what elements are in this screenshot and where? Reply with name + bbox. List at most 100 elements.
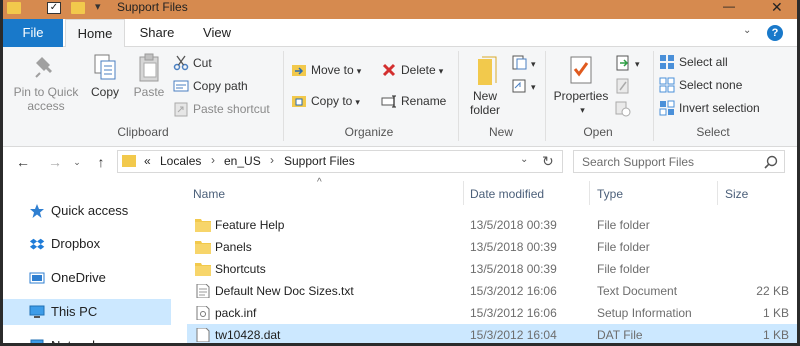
window-title: Support Files	[117, 0, 188, 14]
column-divider[interactable]	[463, 181, 464, 205]
group-divider	[545, 51, 546, 141]
properties-label: Properties	[553, 89, 609, 103]
file-size: 22 KB	[756, 284, 789, 298]
history-button[interactable]	[615, 99, 635, 119]
new-folder-button[interactable]: New folder	[463, 55, 507, 117]
select-none-icon	[659, 77, 675, 93]
address-bar[interactable]: « Locales › en_US › Support Files ⌄ ↻	[117, 150, 563, 173]
close-button[interactable]: ✕	[771, 0, 785, 14]
invert-selection-icon	[659, 100, 675, 116]
delete-text: Delete	[401, 63, 436, 77]
edit-button[interactable]	[615, 76, 635, 96]
move-to-label: Move to ▾	[311, 60, 361, 81]
refresh-icon[interactable]: ↻	[542, 153, 554, 170]
computer-icon	[29, 305, 45, 318]
file-row[interactable]: Panels 13/5/2018 00:39 File folder	[187, 236, 797, 258]
file-name: Shortcuts	[215, 262, 266, 276]
column-divider[interactable]	[717, 181, 718, 205]
new-item-button[interactable]: ▾	[511, 53, 541, 73]
nav-item-dropbox[interactable]: Dropbox	[3, 231, 171, 257]
column-header-type[interactable]: Type	[597, 181, 623, 207]
paste-shortcut-icon	[174, 102, 188, 117]
breadcrumb-overflow[interactable]: «	[144, 154, 151, 168]
file-name: tw10428.dat	[215, 328, 281, 342]
recent-locations-chevron-icon[interactable]: ⌄	[69, 154, 85, 170]
star-icon	[30, 204, 44, 218]
properties-button[interactable]: Properties ▾	[551, 55, 611, 117]
ribbon: Pin to Quick access Copy Paste Cut Copy …	[3, 47, 797, 147]
minimize-button[interactable]: —	[723, 0, 737, 13]
nav-label: Quick access	[51, 203, 129, 218]
new-folder-quick-icon[interactable]	[71, 2, 85, 14]
new-folder-label-line2: folder	[469, 103, 501, 117]
breadcrumb-support-files[interactable]: Support Files	[284, 154, 355, 168]
help-icon[interactable]: ?	[767, 25, 783, 41]
breadcrumb-separator[interactable]: ›	[270, 153, 274, 167]
up-arrow-icon[interactable]: ↑	[93, 154, 109, 170]
copy-path-label: Copy path	[193, 79, 248, 93]
forward-arrow-icon[interactable]: →	[47, 154, 63, 170]
column-header-size[interactable]: Size	[725, 181, 748, 207]
file-row[interactable]: Shortcuts 13/5/2018 00:39 File folder	[187, 258, 797, 280]
copy-to-label: Copy to ▾	[311, 91, 360, 112]
tab-home[interactable]: Home	[65, 19, 125, 48]
group-divider	[283, 51, 284, 141]
tab-file[interactable]: File	[3, 19, 63, 47]
copy-button[interactable]: Copy	[85, 53, 125, 99]
file-name: Default New Doc Sizes.txt	[215, 284, 354, 298]
tab-share[interactable]: Share	[129, 19, 185, 47]
open-button[interactable]: ▾	[615, 53, 645, 73]
file-row[interactable]: pack.inf 15/3/2012 16:06 Setup Information…	[187, 302, 797, 324]
open-icon	[616, 55, 629, 71]
select-all-label: Select all	[679, 55, 728, 69]
nav-item-quick-access[interactable]: Quick access	[3, 198, 171, 224]
network-icon	[30, 339, 44, 343]
breadcrumb-en-us[interactable]: en_US	[224, 154, 261, 168]
rename-label: Rename	[401, 94, 447, 108]
file-type: File folder	[597, 262, 650, 276]
column-header-date-modified[interactable]: Date modified	[470, 181, 544, 207]
address-dropdown-icon[interactable]: ⌄	[520, 154, 528, 165]
file-name: Feature Help	[215, 218, 285, 232]
select-all-icon	[660, 55, 674, 69]
content-area: ^ Quick access Dropbox OneDrive This PC …	[3, 177, 797, 343]
properties-checkbox-icon[interactable]: ✓	[47, 2, 61, 14]
pin-to-quick-access-button[interactable]: Pin to Quick access	[7, 53, 85, 113]
new-group-label: New	[488, 125, 513, 139]
file-name: Panels	[215, 240, 252, 254]
folder-icon	[122, 155, 136, 167]
dropbox-icon	[29, 238, 45, 250]
tab-view[interactable]: View	[189, 19, 245, 47]
search-box[interactable]: Search Support Files	[573, 150, 785, 173]
file-row[interactable]: Feature Help 13/5/2018 00:39 File folder	[187, 214, 797, 236]
move-to-text: Move to	[311, 63, 354, 77]
quick-access-toolbar-dropdown[interactable]: ▾	[95, 0, 101, 13]
column-divider[interactable]	[589, 181, 590, 205]
clipboard-group-label: Clipboard	[117, 125, 169, 139]
search-placeholder: Search Support Files	[582, 155, 695, 169]
nav-item-this-pc[interactable]: This PC	[3, 299, 171, 325]
paste-label: Paste	[133, 85, 165, 99]
file-row[interactable]: tw10428.dat 15/3/2012 16:04 DAT File 1 KB	[187, 324, 797, 343]
copy-icon	[94, 54, 116, 80]
invert-selection-label: Invert selection	[679, 101, 760, 115]
pin-label-line1: Pin to Quick	[13, 85, 79, 99]
breadcrumb-separator[interactable]: ›	[211, 153, 215, 167]
file-type: Text Document	[597, 284, 678, 298]
easy-access-button[interactable]: ▾	[511, 76, 541, 96]
copy-label: Copy	[90, 85, 119, 99]
move-to-caret-icon: ▾	[356, 66, 362, 76]
file-row[interactable]: Default New Doc Sizes.txt 15/3/2012 16:06…	[187, 280, 797, 302]
nav-item-onedrive[interactable]: OneDrive	[3, 265, 171, 291]
nav-item-network[interactable]: Network	[3, 333, 171, 343]
pin-icon	[35, 57, 52, 78]
breadcrumb-locales[interactable]: Locales	[160, 154, 201, 168]
paste-button[interactable]: Paste	[127, 53, 171, 99]
folder-icon	[195, 241, 211, 254]
open-group-label: Open	[583, 125, 613, 139]
collapse-ribbon-icon[interactable]: ⌄	[743, 25, 751, 36]
column-header-name[interactable]: Name	[193, 181, 225, 207]
folder-icon	[7, 2, 21, 14]
back-arrow-icon[interactable]: ←	[15, 154, 31, 170]
nav-label: This PC	[51, 304, 98, 319]
